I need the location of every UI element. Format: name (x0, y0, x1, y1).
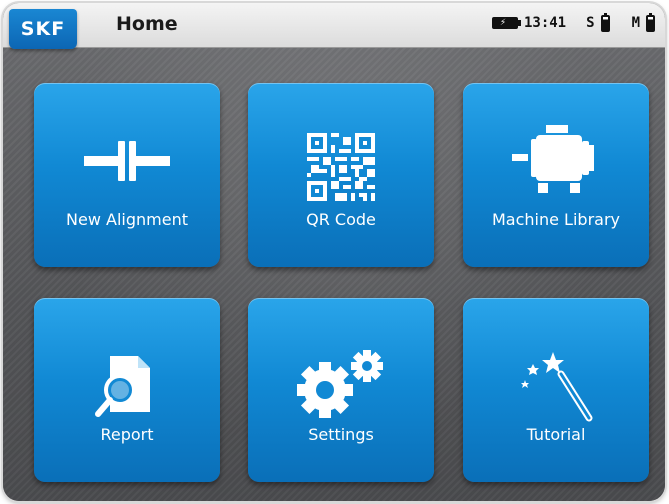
motor-icon (512, 125, 594, 193)
magic-wand-icon (521, 352, 593, 422)
brand-label: SKF (20, 18, 66, 40)
tile-label: New Alignment (66, 210, 188, 229)
tile-label: Settings (308, 425, 374, 444)
device-screen-frame: Home ⚡ 13:41 S M SKF New Alignment QR Co… (3, 3, 665, 501)
tile-label: Tutorial (526, 425, 586, 444)
report-magnifier-icon (95, 356, 150, 417)
home-tile-grid: New Alignment QR Code Machine Library Re… (3, 3, 665, 501)
report-tile[interactable]: Report (34, 298, 220, 482)
gears-icon (297, 350, 383, 418)
new-alignment-tile[interactable]: New Alignment (34, 83, 220, 267)
tile-label: Report (100, 425, 154, 444)
tile-label: QR Code (306, 210, 376, 229)
skf-logo: SKF (9, 9, 77, 49)
settings-tile[interactable]: Settings (248, 298, 434, 482)
coupling-icon (84, 141, 170, 181)
tutorial-tile[interactable]: Tutorial (463, 298, 649, 482)
qr-code-tile[interactable]: QR Code (248, 83, 434, 267)
tile-label: Machine Library (491, 210, 620, 229)
machine-library-tile[interactable]: Machine Library (463, 83, 649, 267)
qr-code-icon (307, 133, 375, 201)
home-screen: Home ⚡ 13:41 S M SKF New Alignment QR Co… (3, 3, 665, 501)
